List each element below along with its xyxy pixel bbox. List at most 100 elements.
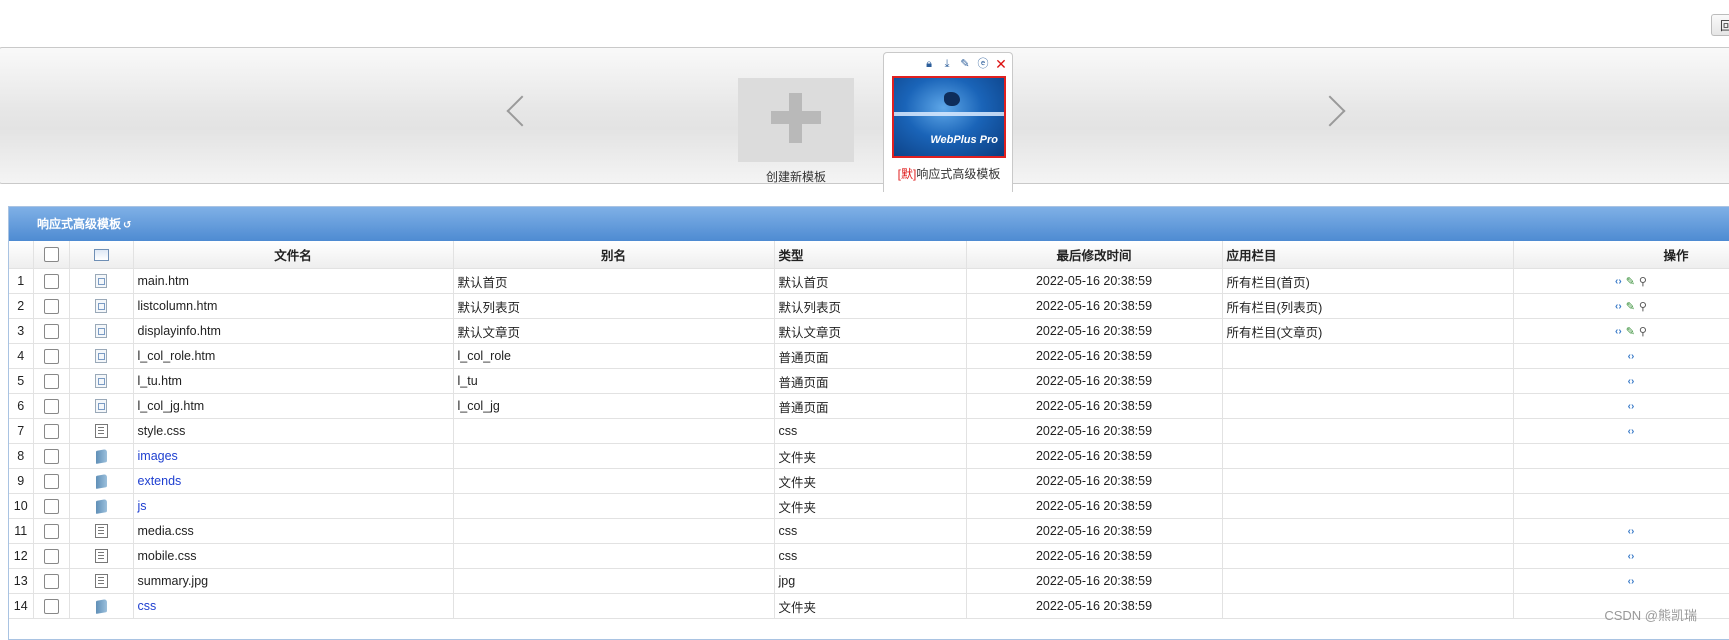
folder-link[interactable]: css — [133, 593, 454, 619]
export-icon[interactable]: ⤓ — [940, 57, 954, 71]
row-actions: ‹› — [1513, 393, 1729, 419]
table-row[interactable]: 10 js 文件夹 2022-05-16 20:38:59 — [9, 493, 1729, 519]
file-name[interactable]: media.css — [133, 518, 454, 544]
magnifier-icon[interactable]: ⚲ — [1639, 326, 1647, 338]
close-icon[interactable]: ✕ — [994, 57, 1008, 71]
col-alias[interactable]: 别名 — [453, 241, 775, 269]
file-name[interactable]: main.htm — [133, 268, 454, 294]
row-checkbox[interactable] — [33, 443, 70, 469]
code-icon[interactable]: ‹› — [1628, 551, 1635, 563]
table-row[interactable]: 14 css 文件夹 2022-05-16 20:38:59 — [9, 593, 1729, 619]
folder-icon — [69, 493, 134, 519]
applied-column — [1222, 543, 1514, 569]
modified-time: 2022-05-16 20:38:59 — [966, 293, 1223, 319]
code-icon[interactable]: ‹› — [1628, 526, 1635, 538]
row-checkbox[interactable] — [33, 393, 70, 419]
file-name[interactable]: displayinfo.htm — [133, 318, 454, 344]
create-template-label: 创建新模板 — [765, 170, 826, 184]
row-checkbox[interactable] — [33, 318, 70, 344]
file-name[interactable]: summary.jpg — [133, 568, 454, 594]
table-row[interactable]: 13 summary.jpg jpg 2022-05-16 20:38:59 ‹› — [9, 568, 1729, 594]
applied-column: 所有栏目(首页) — [1222, 268, 1514, 294]
code-icon[interactable]: ‹› — [1628, 401, 1635, 413]
magnifier-icon[interactable]: ⚲ — [1639, 276, 1647, 288]
file-type: 文件夹 — [774, 443, 967, 469]
html-file-icon — [69, 318, 134, 344]
row-number: 13 — [9, 568, 34, 594]
active-template-card[interactable]: 🔒︎ ⤓ ✎ ⓔ ✕ WebPlus Pro [默]响应式高级模板 — [883, 52, 1013, 192]
magnifier-icon[interactable]: ⚲ — [1639, 301, 1647, 313]
return-button[interactable]: 回 — [1711, 14, 1729, 36]
row-checkbox[interactable] — [33, 518, 70, 544]
code-icon[interactable]: ‹› — [1628, 351, 1635, 363]
row-checkbox[interactable] — [33, 418, 70, 444]
file-name[interactable]: l_col_role.htm — [133, 343, 454, 369]
table-row[interactable]: 4 l_col_role.htm l_col_role 普通页面 2022-05-16 … — [9, 343, 1729, 369]
row-checkbox[interactable] — [33, 493, 70, 519]
col-columns[interactable]: 应用栏目 — [1222, 241, 1514, 269]
preview-icon[interactable]: ⓔ — [976, 57, 990, 71]
table-row[interactable]: 8 images 文件夹 2022-05-16 20:38:59 — [9, 443, 1729, 469]
table-row[interactable]: 12 mobile.css css 2022-05-16 20:38:59 ‹› — [9, 543, 1729, 569]
col-filename[interactable]: 文件名 — [133, 241, 454, 269]
code-icon[interactable]: ‹› — [1615, 276, 1622, 288]
template-carousel — [0, 47, 1729, 184]
plus-icon[interactable] — [738, 78, 854, 162]
row-checkbox[interactable] — [33, 543, 70, 569]
applied-column — [1222, 393, 1514, 419]
html-file-icon — [69, 268, 134, 294]
file-type: 文件夹 — [774, 468, 967, 494]
edit-icon[interactable]: ✎ — [1626, 326, 1635, 338]
row-number: 9 — [9, 468, 34, 494]
col-modified[interactable]: 最后修改时间 — [966, 241, 1223, 269]
file-name[interactable]: listcolumn.htm — [133, 293, 454, 319]
table-row[interactable]: 2 listcolumn.htm 默认列表页 默认列表页 2022-05-16 20:3… — [9, 293, 1729, 319]
row-checkbox[interactable] — [33, 343, 70, 369]
edit-icon[interactable]: ✎ — [1626, 301, 1635, 313]
edit-icon[interactable]: ✎ — [958, 57, 972, 71]
row-number: 5 — [9, 368, 34, 394]
folder-link[interactable]: extends — [133, 468, 454, 494]
col-type[interactable]: 类型 — [774, 241, 967, 269]
file-type: 普通页面 — [774, 368, 967, 394]
row-checkbox[interactable] — [33, 468, 70, 494]
edit-icon[interactable]: ✎ — [1626, 276, 1635, 288]
file-table: 文件名 别名 类型 最后修改时间 应用栏目 操作 1 main.htm 默认首页 默认… — [9, 241, 1729, 619]
file-type-header-icon — [69, 241, 134, 269]
template-preview-image[interactable]: WebPlus Pro — [892, 76, 1006, 158]
table-row[interactable]: 6 l_col_jg.htm l_col_jg 普通页面 2022-05-16 20:3… — [9, 393, 1729, 419]
modified-time: 2022-05-16 20:38:59 — [966, 343, 1223, 369]
refresh-icon[interactable]: ↺ — [123, 220, 131, 231]
table-row[interactable]: 9 extends 文件夹 2022-05-16 20:38:59 — [9, 468, 1729, 494]
code-icon[interactable]: ‹› — [1615, 301, 1622, 313]
modified-time: 2022-05-16 20:38:59 — [966, 318, 1223, 344]
create-template-tile[interactable]: 创建新模板 — [738, 78, 854, 185]
file-name[interactable]: mobile.css — [133, 543, 454, 569]
code-icon[interactable]: ‹› — [1628, 426, 1635, 438]
file-name[interactable]: l_col_jg.htm — [133, 393, 454, 419]
table-row[interactable]: 7 style.css css 2022-05-16 20:38:59 ‹› — [9, 418, 1729, 444]
table-row[interactable]: 5 l_tu.htm l_tu 普通页面 2022-05-16 20:38:59 ‹› — [9, 368, 1729, 394]
file-name[interactable]: l_tu.htm — [133, 368, 454, 394]
lock-icon[interactable]: 🔒︎ — [922, 57, 936, 71]
row-checkbox[interactable] — [33, 593, 70, 619]
file-type: 默认首页 — [774, 268, 967, 294]
table-row[interactable]: 3 displayinfo.htm 默认文章页 默认文章页 2022-05-16 20:… — [9, 318, 1729, 344]
code-icon[interactable]: ‹› — [1628, 576, 1635, 588]
active-template-label: [默]响应式高级模板 — [884, 165, 1014, 182]
folder-link[interactable]: js — [133, 493, 454, 519]
table-row[interactable]: 1 main.htm 默认首页 默认首页 2022-05-16 20:38:59 所有栏目… — [9, 268, 1729, 294]
file-name[interactable]: style.css — [133, 418, 454, 444]
code-icon[interactable]: ‹› — [1628, 376, 1635, 388]
table-row[interactable]: 11 media.css css 2022-05-16 20:38:59 ‹› — [9, 518, 1729, 544]
template-files-panel: 响应式高级模板 ↺ 文件名 别名 类型 最后修改时间 应用栏目 操作 1 main.… — [8, 206, 1729, 640]
folder-link[interactable]: images — [133, 443, 454, 469]
row-actions — [1513, 443, 1729, 469]
row-number: 12 — [9, 543, 34, 569]
row-checkbox[interactable] — [33, 568, 70, 594]
row-checkbox[interactable] — [33, 268, 70, 294]
row-checkbox[interactable] — [33, 293, 70, 319]
row-checkbox[interactable] — [33, 368, 70, 394]
select-all-checkbox[interactable] — [33, 241, 70, 269]
code-icon[interactable]: ‹› — [1615, 326, 1622, 338]
